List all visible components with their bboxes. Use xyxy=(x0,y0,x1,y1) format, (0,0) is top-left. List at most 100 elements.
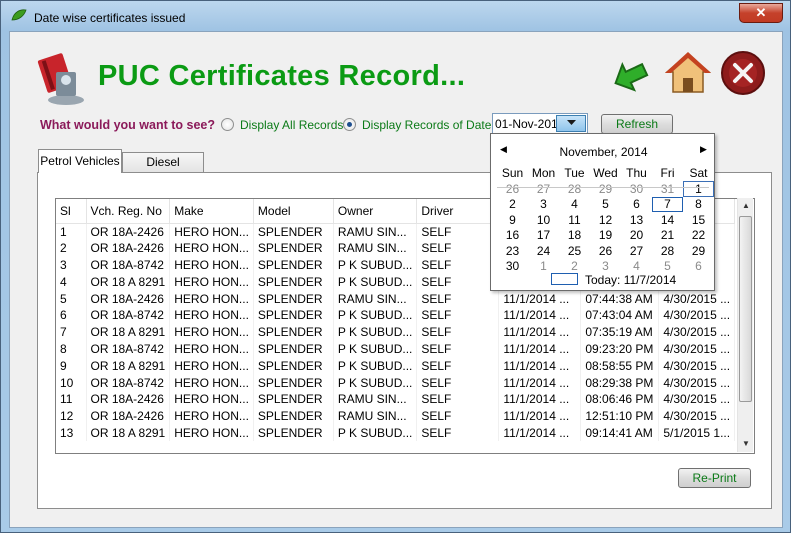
table-cell[interactable]: OR 18A-8742 xyxy=(86,340,171,358)
table-cell[interactable]: 11/1/2014 ... xyxy=(498,357,582,375)
table-cell[interactable]: P K SUBUD... xyxy=(333,424,418,442)
col-header-driver[interactable]: Driver xyxy=(416,199,500,224)
calendar-day[interactable]: 11 xyxy=(559,212,590,228)
calendar-day[interactable]: 30 xyxy=(621,181,652,197)
calendar-day[interactable]: 30 xyxy=(497,259,528,275)
calendar-day[interactable]: 2 xyxy=(559,259,590,275)
table-cell[interactable]: 5/1/2015 1... xyxy=(658,424,736,442)
table-row[interactable]: 11 OR 18A-2426 HERO HON... SPLENDER RAMU SIN… xyxy=(56,390,736,408)
calendar-day[interactable]: 3 xyxy=(528,197,559,213)
table-row[interactable]: 6 OR 18A-8742 HERO HON... SPLENDER P K SUBUD… xyxy=(56,306,736,324)
table-cell[interactable]: SELF xyxy=(416,407,500,425)
calendar-day[interactable]: 29 xyxy=(683,243,714,259)
calendar-day[interactable]: 8 xyxy=(683,197,714,213)
table-cell[interactable]: OR 18A-8742 xyxy=(86,374,171,391)
calendar-day[interactable]: 17 xyxy=(528,228,559,244)
table-cell[interactable]: HERO HON... xyxy=(169,340,254,358)
table-cell[interactable]: HERO HON... xyxy=(169,306,254,324)
calendar-day[interactable]: 27 xyxy=(621,243,652,259)
calendar-day[interactable]: 28 xyxy=(652,243,683,259)
calendar-day[interactable]: 18 xyxy=(559,228,590,244)
scroll-up-arrow[interactable]: ▲ xyxy=(738,198,754,214)
table-cell[interactable]: 4/30/2015 ... xyxy=(658,340,736,358)
calendar-month-label[interactable]: November, 2014 xyxy=(491,145,716,159)
table-cell[interactable]: SELF xyxy=(416,223,500,240)
table-cell[interactable]: HERO HON... xyxy=(169,256,254,274)
calendar-today-link[interactable]: Today: 11/7/2014 xyxy=(585,273,676,287)
table-cell[interactable]: OR 18A-2426 xyxy=(86,407,171,425)
table-cell[interactable]: 4/30/2015 ... xyxy=(658,323,736,341)
calendar-next-month-button[interactable]: ▶ xyxy=(700,144,707,155)
table-row[interactable]: 5 OR 18A-2426 HERO HON... SPLENDER RAMU SIN.… xyxy=(56,290,736,307)
table-cell[interactable]: SPLENDER xyxy=(253,223,334,240)
table-cell[interactable]: HERO HON... xyxy=(169,374,254,391)
table-cell[interactable]: SPLENDER xyxy=(253,290,334,307)
date-dropdown-button[interactable] xyxy=(556,115,586,132)
table-cell[interactable]: 4 xyxy=(56,273,87,291)
table-cell[interactable]: SELF xyxy=(416,374,500,391)
radio-display-date-label[interactable]: Display Records of Date: xyxy=(362,118,495,132)
table-cell[interactable]: HERO HON... xyxy=(169,390,254,408)
table-cell[interactable]: SELF xyxy=(416,290,500,307)
table-cell[interactable]: 08:58:55 PM xyxy=(580,357,660,375)
table-cell[interactable]: HERO HON... xyxy=(169,273,254,291)
calendar-day[interactable]: 4 xyxy=(621,259,652,275)
table-cell[interactable]: SPLENDER xyxy=(253,340,334,358)
table-cell[interactable]: RAMU SIN... xyxy=(333,407,418,425)
table-cell[interactable]: P K SUBUD... xyxy=(333,357,418,375)
table-cell[interactable]: 11/1/2014 ... xyxy=(498,323,582,341)
table-cell[interactable]: 13 xyxy=(56,424,87,442)
table-cell[interactable]: 9 xyxy=(56,357,87,375)
table-cell[interactable]: 07:44:38 AM xyxy=(580,290,660,307)
table-cell[interactable]: 07:43:04 AM xyxy=(580,306,660,324)
col-header-model[interactable]: Model xyxy=(253,199,334,224)
table-cell[interactable]: 11/1/2014 ... xyxy=(498,290,582,307)
table-cell[interactable]: P K SUBUD... xyxy=(333,374,418,391)
table-cell[interactable]: HERO HON... xyxy=(169,239,254,257)
calendar-day[interactable]: 7 xyxy=(652,197,683,213)
calendar-day[interactable]: 13 xyxy=(621,212,652,228)
table-cell[interactable]: SELF xyxy=(416,273,500,291)
table-cell[interactable]: SELF xyxy=(416,306,500,324)
table-cell[interactable]: 4/30/2015 ... xyxy=(658,390,736,408)
calendar-day[interactable]: 3 xyxy=(590,259,621,275)
table-cell[interactable]: 11/1/2014 ... xyxy=(498,424,582,442)
calendar-day[interactable]: 26 xyxy=(497,181,528,197)
table-row[interactable]: 12 OR 18A-2426 HERO HON... SPLENDER RAMU SIN… xyxy=(56,407,736,425)
home-icon[interactable] xyxy=(665,50,711,96)
table-cell[interactable]: 08:06:46 PM xyxy=(580,390,660,408)
calendar-day[interactable]: 1 xyxy=(528,259,559,275)
table-cell[interactable]: HERO HON... xyxy=(169,223,254,240)
table-cell[interactable]: SELF xyxy=(416,357,500,375)
table-cell[interactable]: RAMU SIN... xyxy=(333,390,418,408)
radio-display-date[interactable] xyxy=(343,118,356,131)
table-cell[interactable]: 7 xyxy=(56,323,87,341)
table-cell[interactable]: HERO HON... xyxy=(169,407,254,425)
calendar-day[interactable]: 12 xyxy=(590,212,621,228)
table-cell[interactable]: OR 18 A 8291 xyxy=(86,323,171,341)
calendar-day[interactable]: 22 xyxy=(683,228,714,244)
table-cell[interactable]: 11 xyxy=(56,390,87,408)
calendar-day[interactable]: 21 xyxy=(652,228,683,244)
table-cell[interactable]: 08:29:38 PM xyxy=(580,374,660,391)
calendar-day[interactable]: 9 xyxy=(497,212,528,228)
calendar-day[interactable]: 2 xyxy=(497,197,528,213)
table-cell[interactable]: OR 18A-2426 xyxy=(86,290,171,307)
calendar-day[interactable]: 28 xyxy=(559,181,590,197)
table-cell[interactable]: SPLENDER xyxy=(253,374,334,391)
table-cell[interactable]: OR 18 A 8291 xyxy=(86,424,171,442)
calendar-day[interactable]: 4 xyxy=(559,197,590,213)
table-cell[interactable]: OR 18A-2426 xyxy=(86,390,171,408)
table-cell[interactable]: SPLENDER xyxy=(253,407,334,425)
table-cell[interactable]: 09:23:20 PM xyxy=(580,340,660,358)
table-cell[interactable]: SPLENDER xyxy=(253,323,334,341)
radio-display-all[interactable] xyxy=(221,118,234,131)
reprint-button[interactable]: Re-Print xyxy=(678,468,751,488)
scroll-down-arrow[interactable]: ▼ xyxy=(738,436,754,452)
calendar-popup[interactable]: ◀ November, 2014 ▶ Sun Mon Tue Wed Thu F… xyxy=(490,133,715,291)
table-cell[interactable]: OR 18A-8742 xyxy=(86,306,171,324)
table-cell[interactable]: SELF xyxy=(416,390,500,408)
close-window-button[interactable]: ✕ xyxy=(739,3,783,23)
calendar-day[interactable]: 31 xyxy=(652,181,683,197)
table-cell[interactable]: 12:51:10 PM xyxy=(580,407,660,425)
